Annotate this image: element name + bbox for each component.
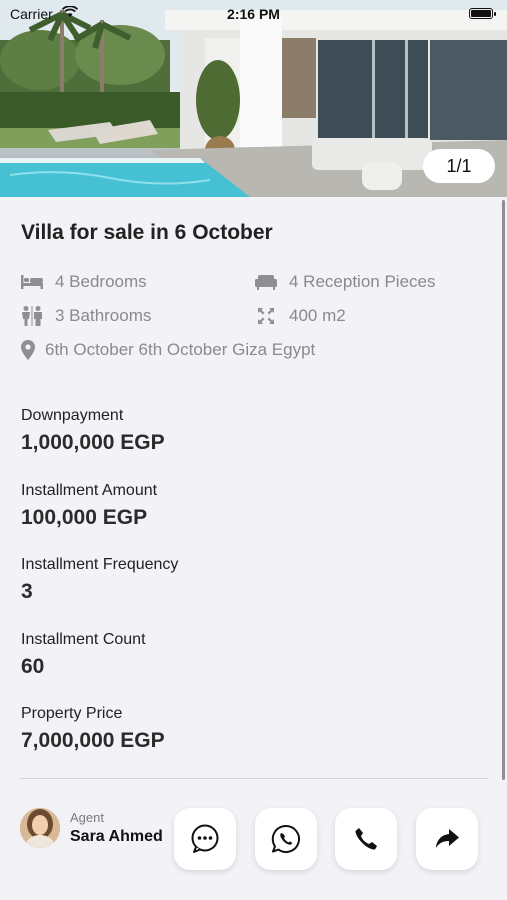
installment-amount-value: 100,000 EGP [21,506,148,529]
clock-time: 2:16 PM [227,6,280,22]
installment-count-label: Installment Count [21,631,146,648]
listing-title: Villa for sale in 6 October [21,221,273,244]
battery-icon [469,8,496,19]
downpayment-label: Downpayment [21,407,124,424]
status-bar: Carrier 2:16 PM [0,0,507,28]
share-arrow-icon [433,826,461,852]
chat-bubble-icon [189,823,221,855]
installment-frequency-value: 3 [21,580,33,603]
bathrooms-feature: 3 Bathrooms [21,306,151,326]
phone-button[interactable] [335,808,397,870]
chat-button[interactable] [174,808,236,870]
share-button[interactable] [416,808,478,870]
property-price-row: Property Price 7,000,000 EGP [21,705,165,753]
sofa-icon [255,272,277,292]
area-label: 400 m2 [289,306,346,325]
installment-frequency-row: Installment Frequency 3 [21,556,178,604]
property-price-label: Property Price [21,705,123,722]
bathroom-icon [21,306,43,326]
installment-amount-row: Installment Amount 100,000 EGP [21,482,157,530]
whatsapp-icon [270,823,302,855]
location-feature: 6th October 6th October Giza Egypt [21,340,315,360]
agent-name: Sara Ahmed [70,828,163,845]
agent-caption: Agent [70,810,104,825]
bed-icon [21,272,43,292]
location-label: 6th October 6th October Giza Egypt [45,340,316,359]
installment-frequency-label: Installment Frequency [21,556,179,573]
phone-icon [353,826,379,852]
image-counter-badge: 1/1 [423,149,495,183]
bedrooms-feature: 4 Bedrooms [21,272,147,292]
agent-avatar[interactable] [20,808,60,848]
expand-icon [255,306,277,326]
property-price-value: 7,000,000 EGP [21,729,165,752]
scrollbar[interactable] [502,200,505,780]
map-pin-icon [21,340,35,360]
whatsapp-button[interactable] [255,808,317,870]
installment-amount-label: Installment Amount [21,482,158,499]
reception-label: 4 Reception Pieces [289,272,436,291]
divider [20,778,488,779]
downpayment-value: 1,000,000 EGP [21,431,165,454]
installment-count-value: 60 [21,655,45,678]
bathrooms-label: 3 Bathrooms [55,306,152,325]
installment-count-row: Installment Count 60 [21,631,146,679]
bedrooms-label: 4 Bedrooms [55,272,147,291]
property-image[interactable]: Carrier 2:16 PM 1/1 [0,0,507,197]
reception-feature: 4 Reception Pieces [255,272,435,292]
area-feature: 400 m2 [255,306,346,326]
downpayment-row: Downpayment 1,000,000 EGP [21,407,165,455]
